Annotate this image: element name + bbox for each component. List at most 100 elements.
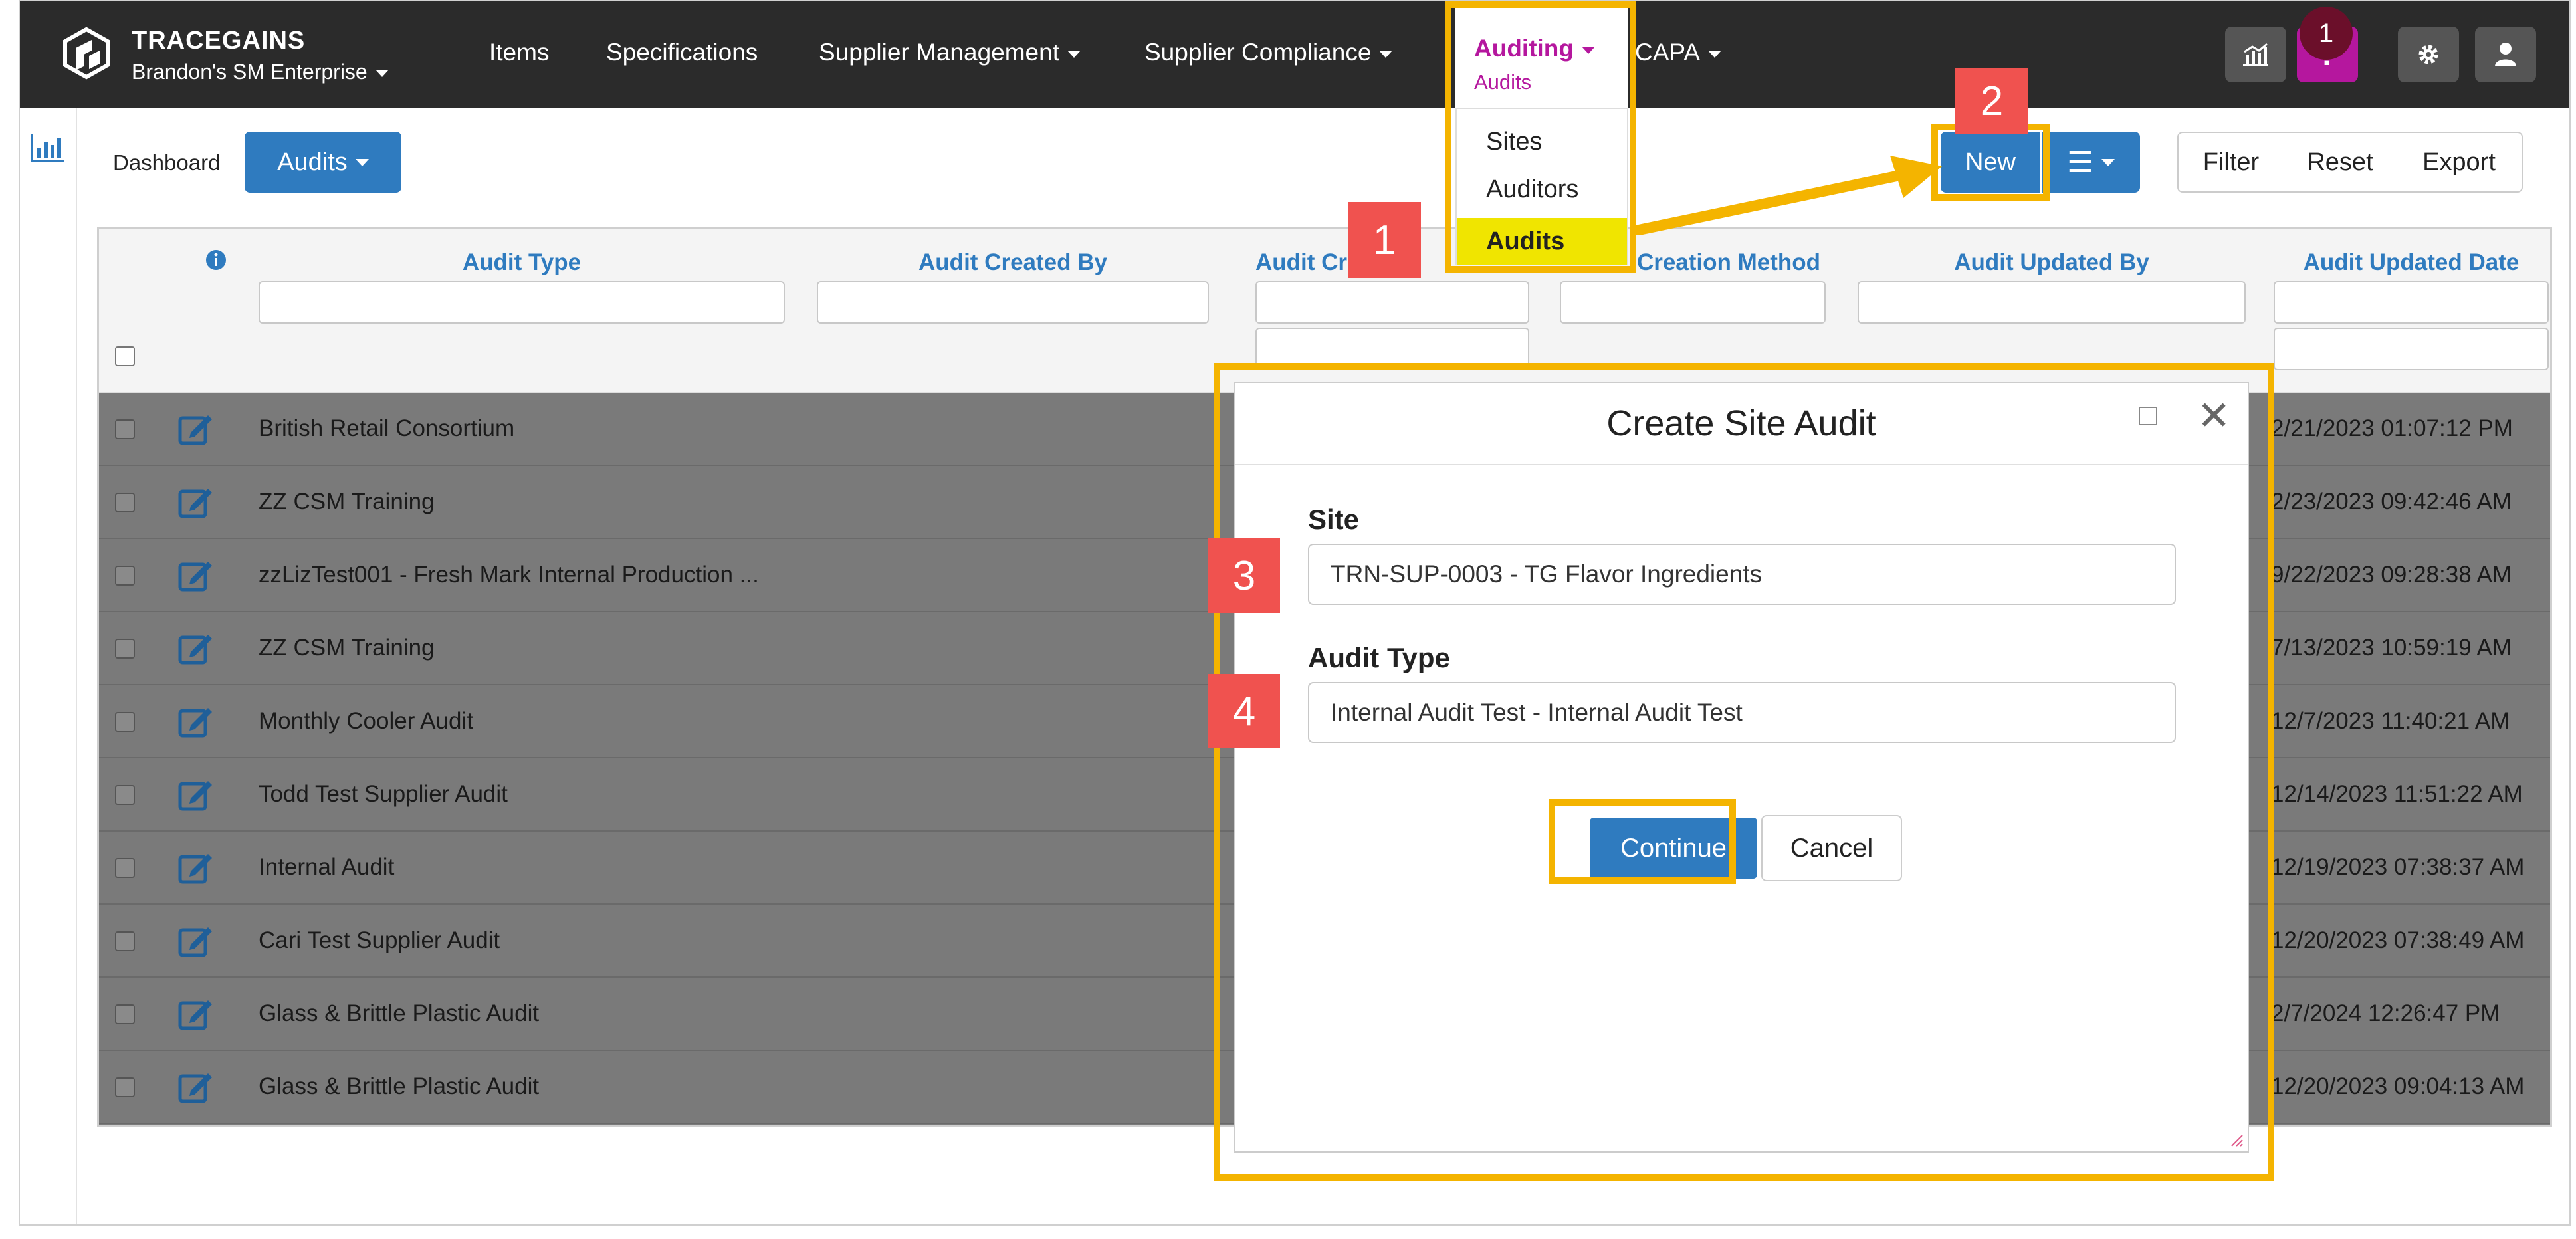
select-all-checkbox[interactable] xyxy=(115,346,135,366)
row-audit-type: ZZ CSM Training xyxy=(259,489,435,514)
row-updated-date: 12/20/2023 09:04:13 AM xyxy=(2271,1073,2525,1099)
view-select-label: Audits xyxy=(277,148,348,176)
row-checkbox[interactable] xyxy=(115,566,135,586)
audit-type-field[interactable]: Internal Audit Test - Internal Audit Tes… xyxy=(1308,682,2176,743)
col-header-audit-type[interactable]: Audit Type xyxy=(259,249,785,276)
edit-icon[interactable] xyxy=(177,996,215,1031)
dashboard-chart-icon[interactable] xyxy=(29,132,66,164)
filter-input-audit-updated-by[interactable] xyxy=(1858,281,2246,324)
edit-icon[interactable] xyxy=(177,485,215,519)
row-checkbox[interactable] xyxy=(115,419,135,439)
row-checkbox[interactable] xyxy=(115,1077,135,1097)
row-audit-type: Todd Test Supplier Audit xyxy=(259,781,508,807)
row-updated-date: 7/13/2023 10:59:19 AM xyxy=(2271,635,2512,661)
chevron-down-icon xyxy=(1379,50,1393,58)
reset-button[interactable]: Reset xyxy=(2284,132,2398,193)
chevron-down-icon xyxy=(1067,50,1081,58)
highlight-auditing-menu xyxy=(1445,1,1636,273)
chevron-down-icon xyxy=(355,158,369,166)
row-audit-type: Glass & Brittle Plastic Audit xyxy=(259,1000,540,1026)
row-audit-type: Glass & Brittle Plastic Audit xyxy=(259,1073,540,1099)
chevron-down-icon xyxy=(375,70,389,78)
nav-supplier-compliance-label: Supplier Compliance xyxy=(1144,39,1372,66)
edit-icon[interactable] xyxy=(177,411,215,446)
dialog-header: Create Site Audit ✕ xyxy=(1235,383,2248,465)
col-header-creation-method[interactable]: Creation Method xyxy=(1629,249,1828,276)
brand-name: TRACEGAINS xyxy=(132,27,306,55)
hamburger-icon: ☰ xyxy=(2067,146,2093,179)
row-checkbox[interactable] xyxy=(115,493,135,512)
row-audit-type: British Retail Consortium xyxy=(259,415,515,441)
row-updated-date: 12/7/2023 11:40:21 AM xyxy=(2271,708,2510,734)
col-header-audit-created-date[interactable]: Audit Cr xyxy=(1255,249,1362,276)
site-field[interactable]: TRN-SUP-0003 - TG Flavor Ingredients xyxy=(1308,544,2176,605)
row-checkbox[interactable] xyxy=(115,639,135,659)
step-marker-1: 1 xyxy=(1348,202,1421,278)
nav-capa-label: CAPA xyxy=(1635,39,1701,66)
user-menu-button[interactable] xyxy=(2475,27,2536,82)
org-name: Brandon's SM Enterprise xyxy=(132,60,368,84)
nav-specifications[interactable]: Specifications xyxy=(606,39,758,66)
breadcrumb-dashboard[interactable]: Dashboard xyxy=(113,150,220,175)
options-menu-button[interactable]: ☰ xyxy=(2042,132,2140,193)
edit-icon[interactable] xyxy=(177,850,215,885)
audit-type-label: Audit Type xyxy=(1308,642,1450,673)
info-icon[interactable] xyxy=(205,249,227,271)
analytics-icon xyxy=(2243,43,2268,66)
org-selector[interactable]: Brandon's SM Enterprise xyxy=(132,60,389,84)
highlight-new-button xyxy=(1931,124,2050,201)
filter-input-audit-type[interactable] xyxy=(259,281,785,324)
top-navbar: TRACEGAINS Brandon's SM Enterprise Items… xyxy=(20,1,2569,108)
row-audit-type: Monthly Cooler Audit xyxy=(259,708,473,734)
row-checkbox[interactable] xyxy=(115,785,135,805)
close-icon[interactable]: ✕ xyxy=(2197,396,2230,436)
filter-input-audit-created-by[interactable] xyxy=(817,281,1209,324)
tracegains-logo-icon[interactable] xyxy=(60,27,113,80)
col-header-audit-created-by[interactable]: Audit Created By xyxy=(817,249,1209,276)
export-button[interactable]: Export xyxy=(2397,132,2523,193)
left-rail xyxy=(20,108,77,1224)
row-checkbox[interactable] xyxy=(115,931,135,951)
filter-input-audit-updated-from[interactable] xyxy=(2274,281,2549,324)
nav-items[interactable]: Items xyxy=(489,39,549,66)
row-checkbox[interactable] xyxy=(115,858,135,878)
create-site-audit-dialog: Create Site Audit ✕ Site TRN-SUP-0003 - … xyxy=(1234,382,2249,1153)
col-header-audit-updated-by[interactable]: Audit Updated By xyxy=(1858,249,2246,276)
cancel-button[interactable]: Cancel xyxy=(1761,815,1902,881)
view-select[interactable]: Audits xyxy=(245,132,401,193)
col-header-audit-updated-date[interactable]: Audit Updated Date xyxy=(2274,249,2549,276)
resize-grip-icon[interactable] xyxy=(2229,1133,2244,1147)
step-marker-2: 2 xyxy=(1955,68,2028,134)
row-updated-date: 2/23/2023 09:42:46 AM xyxy=(2271,489,2512,514)
site-label: Site xyxy=(1308,504,1360,535)
row-audit-type: ZZ CSM Training xyxy=(259,635,435,661)
nav-capa[interactable]: CAPA xyxy=(1635,39,1722,66)
edit-icon[interactable] xyxy=(177,1070,215,1104)
row-audit-type: Cari Test Supplier Audit xyxy=(259,927,500,953)
row-updated-date: 12/20/2023 07:38:49 AM xyxy=(2271,927,2525,953)
notification-badge[interactable]: 1 xyxy=(2300,7,2353,60)
row-checkbox[interactable] xyxy=(115,1004,135,1024)
row-updated-date: 2/21/2023 01:07:12 PM xyxy=(2271,415,2513,441)
edit-icon[interactable] xyxy=(177,923,215,958)
row-updated-date: 9/22/2023 09:28:38 AM xyxy=(2271,562,2512,588)
nav-supplier-management[interactable]: Supplier Management xyxy=(819,39,1081,66)
row-audit-type: zzLizTest001 - Fresh Mark Internal Produ… xyxy=(259,562,759,588)
filter-input-audit-updated-to[interactable] xyxy=(2274,328,2549,370)
edit-icon[interactable] xyxy=(177,631,215,665)
gear-icon xyxy=(2418,45,2438,64)
edit-icon[interactable] xyxy=(177,704,215,738)
edit-icon[interactable] xyxy=(177,777,215,812)
settings-button[interactable] xyxy=(2398,27,2459,82)
edit-icon[interactable] xyxy=(177,558,215,592)
row-updated-date: 12/19/2023 07:38:37 AM xyxy=(2271,854,2525,880)
filter-button[interactable]: Filter xyxy=(2177,132,2285,193)
highlight-continue-button xyxy=(1549,799,1736,884)
row-checkbox[interactable] xyxy=(115,712,135,732)
filter-input-audit-created-from[interactable] xyxy=(1255,281,1529,324)
filter-input-creation-method[interactable] xyxy=(1560,281,1826,324)
maximize-icon[interactable] xyxy=(2139,407,2157,425)
nav-supplier-management-label: Supplier Management xyxy=(819,39,1059,66)
analytics-button[interactable] xyxy=(2225,27,2286,82)
nav-supplier-compliance[interactable]: Supplier Compliance xyxy=(1144,39,1393,66)
